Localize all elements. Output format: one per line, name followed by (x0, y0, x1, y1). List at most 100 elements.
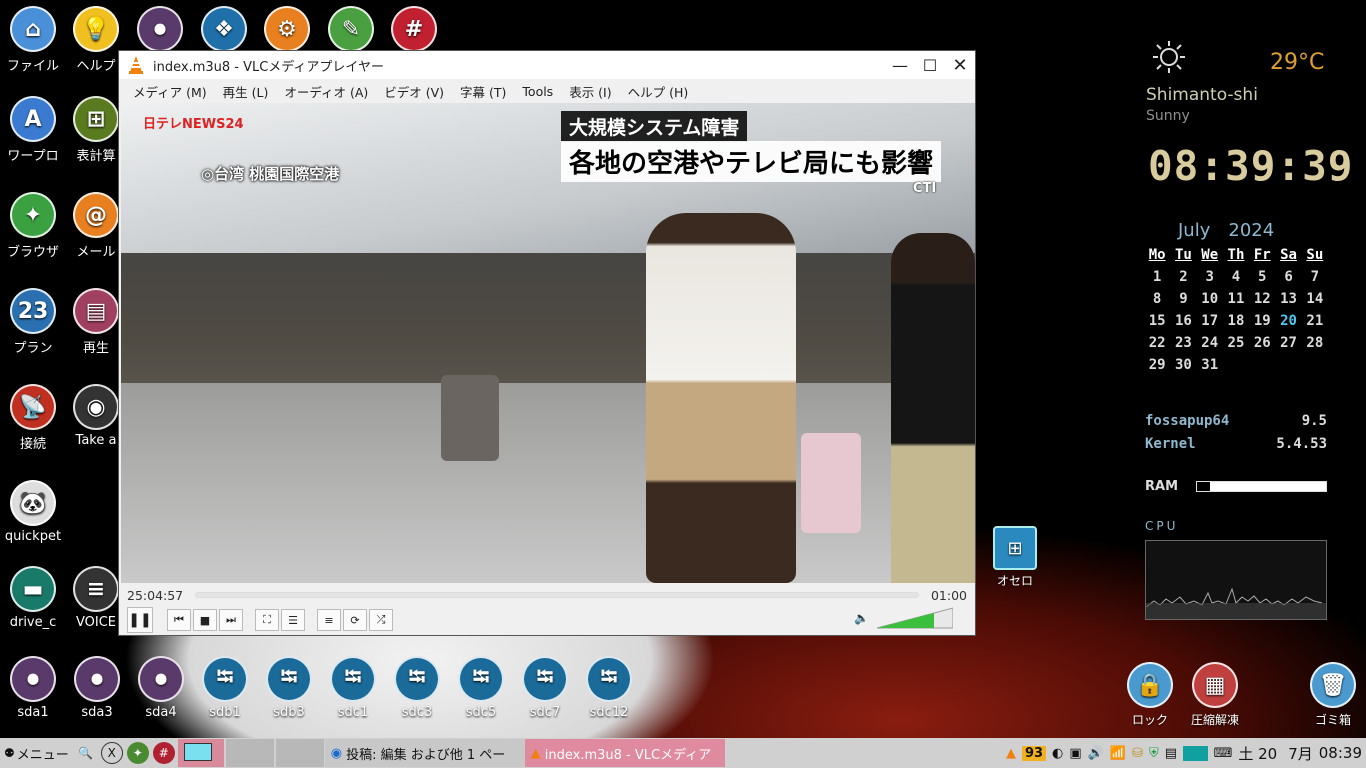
drive-sdb1[interactable]: ⭾ sdb1 (192, 656, 258, 720)
desktop-launcher-2[interactable]: ⏺ (127, 6, 193, 55)
start-menu-button[interactable]: ⚉ メニュー (0, 744, 73, 763)
desktop-launcher-11[interactable]: 23 プラン (0, 288, 66, 356)
calendar-day[interactable]: 18 (1223, 313, 1249, 329)
drive-sda4[interactable]: ⏺ sda4 (128, 656, 194, 720)
calendar-day[interactable]: 14 (1302, 291, 1328, 307)
desktop-launcher-6[interactable]: # (381, 6, 447, 55)
previous-button[interactable]: ⏮ (167, 609, 191, 631)
workspace-2[interactable] (225, 739, 274, 767)
calendar-day[interactable]: 9 (1170, 291, 1196, 307)
extended-settings-button[interactable]: ☰ (281, 609, 305, 631)
calendar-day[interactable]: 8 (1144, 291, 1170, 307)
menu-video[interactable]: ビデオ (V) (384, 82, 444, 101)
lock-launcher[interactable]: 🔒 ロック (1117, 662, 1183, 728)
desktop-launcher-9[interactable]: ✦ ブラウザ (0, 192, 66, 260)
drive-sda3[interactable]: ⏺ sda3 (64, 656, 130, 720)
minimize-button[interactable]: — (885, 56, 915, 75)
calendar-day[interactable]: 11 (1223, 291, 1249, 307)
calendar-day[interactable]: 13 (1275, 291, 1301, 307)
calendar-day[interactable]: 20 (1275, 313, 1301, 329)
drive-sdb3[interactable]: ⭾ sdb3 (256, 656, 322, 720)
calendar-day[interactable]: 29 (1144, 357, 1170, 373)
keyboard-icon[interactable]: ⌨ (1214, 746, 1233, 761)
workspace-3[interactable] (275, 739, 324, 767)
drive-sdc1[interactable]: ⭾ sdc1 (320, 656, 386, 720)
shield-icon[interactable]: ⛨ (1149, 746, 1159, 761)
calendar-day[interactable]: 26 (1249, 335, 1275, 351)
task-vlc[interactable]: ▲ index.m3u8 - VLCメディア (524, 739, 725, 767)
calendar-day[interactable]: 22 (1144, 335, 1170, 351)
network-meter-icon[interactable]: ▥▥ (1183, 745, 1208, 761)
calendar-day[interactable]: 25 (1223, 335, 1249, 351)
drive-sdc12[interactable]: ⭾ sdc12 (576, 656, 642, 720)
trash-launcher[interactable]: 🗑 ゴミ箱 (1300, 662, 1366, 728)
seek-slider[interactable] (195, 592, 919, 598)
desktop-launcher-0[interactable]: ⌂ ファイル (0, 6, 66, 74)
desktop-launcher-3[interactable]: ❖ (191, 6, 257, 55)
calendar-day[interactable]: 19 (1249, 313, 1275, 329)
vlc-window[interactable]: index.m3u8 - VLCメディアプレイヤー — ☐ ✕ メディア (M)… (118, 50, 976, 636)
loop-button[interactable]: ⟳ (343, 609, 367, 631)
drive-sda1[interactable]: ⏺ sda1 (0, 656, 66, 720)
workspace-1[interactable] (177, 739, 224, 767)
calendar-day[interactable]: 30 (1170, 357, 1196, 373)
badge-tray[interactable]: 93 (1021, 745, 1047, 761)
calendar-day[interactable]: 10 (1197, 291, 1223, 307)
calendar-day[interactable]: 27 (1275, 335, 1301, 351)
calendar-day[interactable]: 3 (1197, 269, 1223, 285)
x-close-icon[interactable]: X (100, 742, 123, 764)
desktop-launcher-13[interactable]: 📡 接続 (0, 384, 66, 452)
calendar-day[interactable]: 24 (1197, 335, 1223, 351)
desktop-launcher-16[interactable]: ▬ drive_c (0, 566, 66, 630)
menu-audio[interactable]: オーディオ (A) (284, 82, 368, 101)
calendar-day[interactable]: 16 (1170, 313, 1196, 329)
taskbar-time[interactable]: 08:39 (1319, 744, 1362, 762)
desktop-launcher-5[interactable]: ✎ (318, 6, 384, 55)
color-tray-icon[interactable]: ◐ (1052, 746, 1063, 761)
vlc-tray-icon[interactable]: ▲ (1006, 746, 1016, 761)
othello-launcher[interactable]: ⊞ オセロ (982, 526, 1048, 589)
menu-help[interactable]: ヘルプ (H) (628, 82, 689, 101)
calendar-day[interactable]: 31 (1197, 357, 1223, 373)
calendar-day[interactable]: 15 (1144, 313, 1170, 329)
vlc-titlebar[interactable]: index.m3u8 - VLCメディアプレイヤー — ☐ ✕ (119, 51, 975, 79)
calendar-day[interactable]: 2 (1170, 269, 1196, 285)
menu-media[interactable]: メディア (M) (133, 82, 207, 101)
database-tray-icon[interactable]: ⛁ (1132, 746, 1143, 761)
task-browser[interactable]: ◉ 投稿: 編集 および他 1 ペー (324, 739, 525, 767)
calendar-day[interactable]: 17 (1197, 313, 1223, 329)
archive-launcher[interactable]: ▦ 圧縮解凍 (1182, 662, 1248, 728)
menu-subtitle[interactable]: 字幕 (T) (460, 82, 506, 101)
calendar-day[interactable]: 21 (1302, 313, 1328, 329)
volume-tray-icon[interactable]: 🔊 (1088, 746, 1104, 761)
maximize-button[interactable]: ☐ (915, 56, 945, 75)
calendar-day[interactable]: 6 (1275, 269, 1301, 285)
menu-playback[interactable]: 再生 (L) (223, 82, 269, 101)
hashtag-launch-icon[interactable]: # (152, 742, 175, 764)
calendar-day[interactable]: 23 (1170, 335, 1196, 351)
calendar-day[interactable]: 4 (1223, 269, 1249, 285)
stop-button[interactable]: ■ (193, 609, 217, 631)
desktop-launcher-7[interactable]: A ワープロ (0, 96, 66, 164)
calendar-day[interactable]: 5 (1249, 269, 1275, 285)
calendar-day[interactable]: 28 (1302, 335, 1328, 351)
video-frame[interactable]: 日テレNEWS24 ◎台湾 桃園国際空港 大規模システム障害 各地の空港やテレビ… (121, 103, 975, 583)
shuffle-button[interactable]: ⤮ (369, 609, 393, 631)
fullscreen-button[interactable]: ⛶ (255, 609, 279, 631)
calendar-day[interactable]: 7 (1302, 269, 1328, 285)
drive-tray-icon[interactable]: ▣ (1069, 746, 1081, 761)
search-icon[interactable]: 🔍 (75, 742, 97, 764)
browser-launch-icon[interactable]: ✦ (126, 742, 149, 764)
speaker-icon[interactable]: 🔈 (854, 611, 869, 625)
calendar-day[interactable]: 1 (1144, 269, 1170, 285)
playlist-button[interactable]: ≡ (317, 609, 341, 631)
clipboard-tray-icon[interactable]: ▤ (1165, 746, 1177, 761)
wifi-icon[interactable]: 📶 (1110, 746, 1126, 761)
drive-sdc7[interactable]: ⭾ sdc7 (512, 656, 578, 720)
menu-view[interactable]: 表示 (I) (569, 82, 611, 101)
next-button[interactable]: ⏭ (219, 609, 243, 631)
volume-slider[interactable] (877, 607, 953, 629)
drive-sdc5[interactable]: ⭾ sdc5 (448, 656, 514, 720)
close-button[interactable]: ✕ (945, 55, 975, 76)
drive-sdc3[interactable]: ⭾ sdc3 (384, 656, 450, 720)
